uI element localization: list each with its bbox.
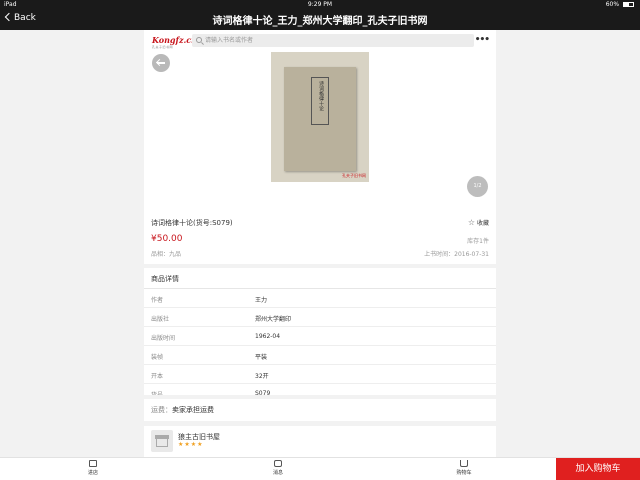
- photo-watermark: 孔夫子旧书网: [342, 173, 366, 178]
- stock-count: 库存1件: [467, 238, 489, 245]
- condition-label: 品相：九品: [151, 251, 182, 258]
- shop-icon: [151, 430, 173, 452]
- cover-title-frame: 诗词格律十论: [311, 77, 329, 125]
- store-icon: [89, 460, 97, 467]
- detail-row-author: 作者 王力: [144, 289, 496, 308]
- status-time: 9:29 PM: [307, 1, 333, 8]
- detail-key: 开本: [151, 373, 164, 380]
- detail-value: 1962-04: [255, 333, 281, 340]
- detail-row-format: 开本 32开: [144, 365, 496, 384]
- detail-row-binding: 装帧 平装: [144, 346, 496, 365]
- product-price: ¥50.00: [151, 234, 183, 244]
- detail-value: 平装: [255, 354, 268, 361]
- detail-value: 32开: [255, 373, 269, 380]
- shop-rating: ★★★★: [178, 441, 204, 448]
- detail-row-publish-date: 出版时间 1962-04: [144, 327, 496, 346]
- image-pager: 1/2: [467, 176, 488, 197]
- star-outline-icon: ☆: [467, 218, 476, 227]
- page-title: 诗词格律十论_王力_郑州大学翻印_孔夫子旧书网: [212, 16, 428, 27]
- detail-value: 王力: [255, 297, 268, 304]
- product-info: 诗词格律十论(货号:S079) ☆ 收藏 ¥50.00 库存1件 品相：九品 上…: [144, 212, 496, 264]
- product-page: Kongfz.cn 孔夫子旧书网 请输入书名或作者 ••• 诗词格律十论 孔夫子…: [144, 30, 496, 457]
- cart-icon: [460, 460, 468, 467]
- shipping-row: 运费：卖家承担运费: [144, 399, 496, 421]
- add-to-cart-button[interactable]: 加入购物车: [556, 458, 640, 480]
- status-bar: iPad 9:29 PM 60%: [0, 0, 640, 9]
- detail-key: 作者: [151, 297, 164, 304]
- battery-percent: 60%: [605, 1, 620, 8]
- listed-date: 上书时间：2016-07-31: [424, 251, 489, 258]
- logo-subtitle: 孔夫子旧书网: [152, 45, 174, 49]
- store-label: 进店: [87, 470, 98, 476]
- detail-row-publisher: 出版社 郑州大学翻印: [144, 308, 496, 327]
- search-icon: [196, 37, 202, 43]
- search-placeholder: 请输入书名或作者: [205, 37, 254, 44]
- more-menu-icon[interactable]: •••: [475, 35, 490, 45]
- details-heading: 商品详情: [151, 275, 179, 283]
- shipping-label: 运费：: [151, 406, 172, 414]
- previous-image-button[interactable]: [152, 54, 170, 72]
- detail-key: 出版时间: [151, 335, 176, 342]
- shop-card[interactable]: 狼主古旧书屋 ★★★★: [144, 426, 496, 457]
- detail-key: 出版社: [151, 316, 170, 323]
- cart-label: 购物车: [456, 470, 472, 476]
- message-button[interactable]: 消息: [263, 460, 293, 476]
- search-input[interactable]: 请输入书名或作者: [192, 34, 474, 47]
- logo-text: Kongfz.cn: [152, 35, 197, 45]
- cart-button[interactable]: 购物车: [449, 460, 479, 476]
- favorite-label: 收藏: [476, 220, 489, 227]
- battery-indicator: 60%: [606, 0, 634, 9]
- shipping-value: 卖家承担运费: [172, 406, 214, 414]
- store-button[interactable]: 进店: [78, 460, 108, 476]
- product-title: 诗词格律十论(货号:S079): [151, 219, 233, 227]
- site-header: Kongfz.cn 孔夫子旧书网 请输入书名或作者 •••: [144, 30, 496, 52]
- battery-icon: [623, 2, 634, 7]
- chat-icon: [274, 460, 282, 467]
- site-logo[interactable]: Kongfz.cn 孔夫子旧书网: [152, 35, 197, 49]
- book-photo[interactable]: 诗词格律十论 孔夫子旧书网: [271, 52, 369, 182]
- detail-key: 装帧: [151, 354, 164, 361]
- top-bar: iPad 9:29 PM 60% Back 诗词格律十论_王力_郑州大学翻印_孔…: [0, 0, 640, 30]
- cover-title: 诗词格律十论: [318, 81, 324, 111]
- favorite-button[interactable]: ☆ 收藏: [468, 218, 489, 227]
- detail-value: 郑州大学翻印: [255, 316, 292, 323]
- image-gallery[interactable]: 诗词格律十论 孔夫子旧书网 1/2: [144, 52, 496, 212]
- divider: [144, 264, 496, 268]
- arrow-left-icon: [157, 62, 165, 64]
- bottom-toolbar: 进店 消息 购物车 加入购物车: [0, 457, 640, 480]
- book-cover: 诗词格律十论: [284, 67, 356, 171]
- message-label: 消息: [272, 470, 283, 476]
